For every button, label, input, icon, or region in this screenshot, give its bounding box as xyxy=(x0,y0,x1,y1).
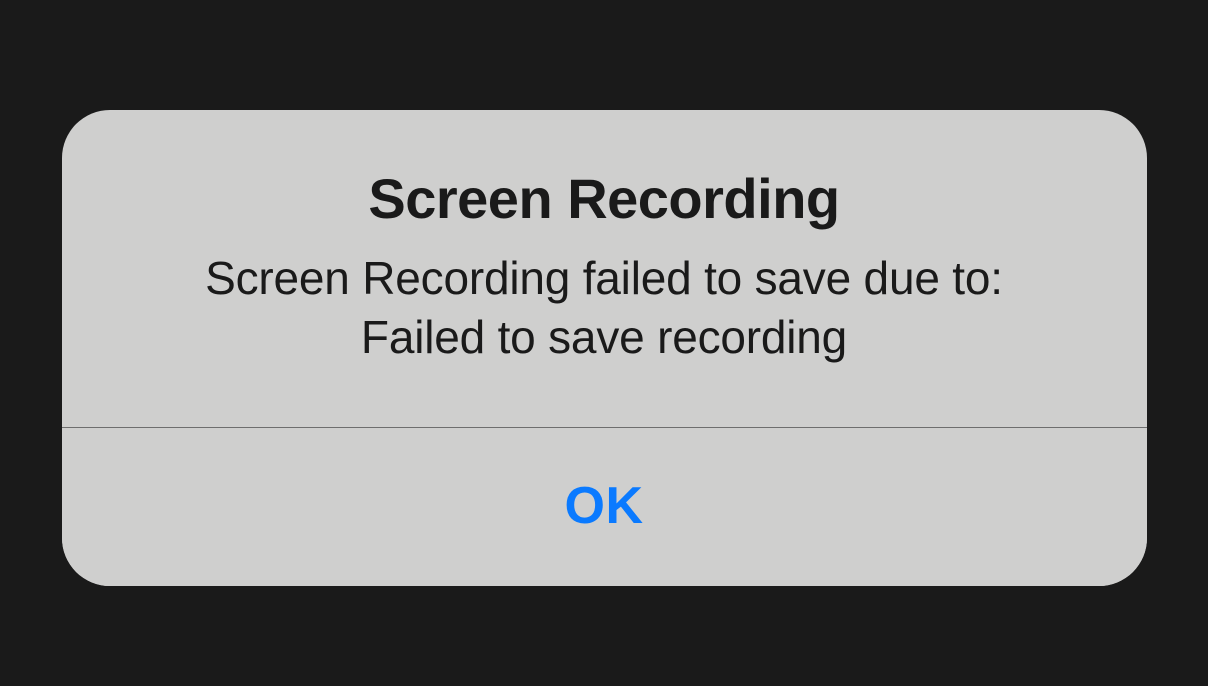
alert-message: Screen Recording failed to save due to: … xyxy=(102,249,1107,367)
alert-dialog: Screen Recording Screen Recording failed… xyxy=(62,110,1147,586)
ok-button[interactable]: OK xyxy=(62,428,1147,586)
dialog-overlay: Screen Recording Screen Recording failed… xyxy=(0,0,1208,686)
alert-title: Screen Recording xyxy=(102,166,1107,231)
alert-message-line2: Failed to save recording xyxy=(361,311,847,363)
alert-message-line1: Screen Recording failed to save due to: xyxy=(205,252,1003,304)
alert-content: Screen Recording Screen Recording failed… xyxy=(62,110,1147,427)
